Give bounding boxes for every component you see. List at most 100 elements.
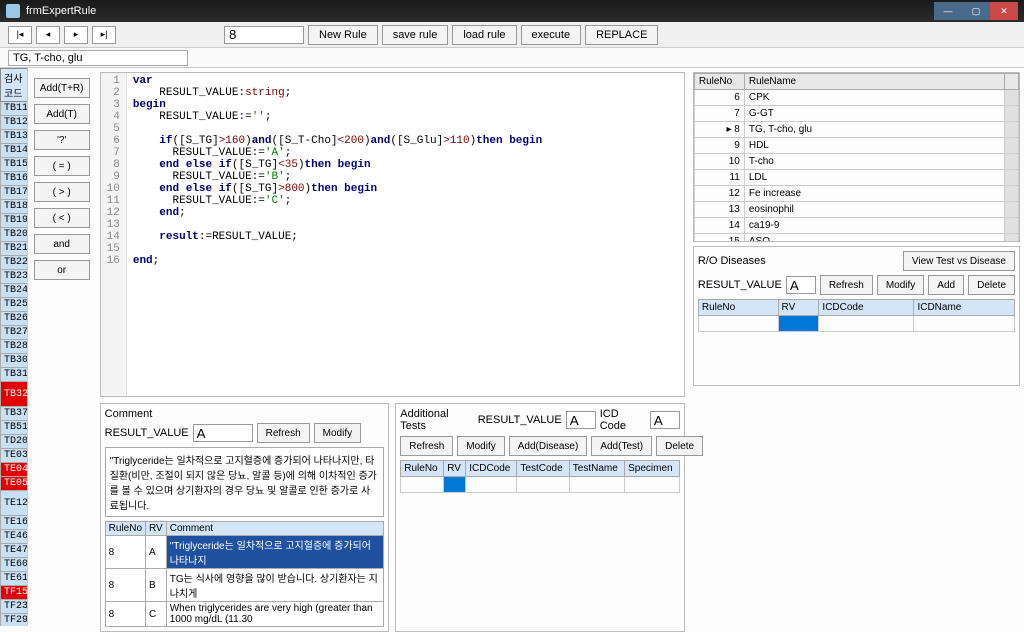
table-row[interactable]: TB51S_A/G2.1N xyxy=(1,421,28,435)
replace-button[interactable]: REPLACE xyxy=(585,25,658,45)
rule-list-row[interactable]: ▸ 8TG, T-cho, glu xyxy=(694,122,1018,138)
table-row[interactable]: TB31S_TG118N xyxy=(1,368,28,382)
addtest-title: Additional Tests xyxy=(400,408,473,432)
ro-modify-button[interactable]: Modify xyxy=(877,275,924,295)
rule-list-row[interactable]: 7G-GT xyxy=(694,106,1018,122)
table-row[interactable]: TB11S_Ca9N xyxy=(1,102,28,116)
table-row[interactable]: TE05S_HBcAbPOSI xyxy=(1,477,28,491)
table-row[interactable] xyxy=(401,477,680,493)
rule-list-row[interactable]: 13eosinophil xyxy=(694,202,1018,218)
view-test-disease-button[interactable]: View Test vs Disease xyxy=(903,251,1015,271)
table-row[interactable]: TE60S_CA19-914.7N xyxy=(1,558,28,572)
or-button[interactable]: or xyxy=(34,260,90,280)
table-row[interactable]: TE16S_Anti-HIVNEGN xyxy=(1,516,28,530)
table-row[interactable]: TB24S_GGT14N xyxy=(1,284,28,298)
rule-list-row[interactable]: 14ca19-9 xyxy=(694,218,1018,234)
nav-first-button[interactable]: |◂ xyxy=(8,26,32,44)
table-row[interactable]: TB18S_Alb4.02N xyxy=(1,200,28,214)
table-row[interactable]: TF23S_FreeT41.20N xyxy=(1,600,28,614)
eq-button[interactable]: ( = ) xyxy=(34,156,90,176)
load-rule-button[interactable]: load rule xyxy=(452,25,516,45)
addtest-modify-button[interactable]: Modify xyxy=(457,436,504,456)
table-row[interactable]: TD20B_HbA1c5.3N xyxy=(1,435,28,449)
table-row[interactable] xyxy=(698,316,1014,332)
table-row[interactable]: TB26S_CRE0.94N xyxy=(1,312,28,326)
code-editor[interactable]: 12345678910111213141516 var RESULT_VALUE… xyxy=(100,72,685,397)
addtest-addtest-button[interactable]: Add(Test) xyxy=(591,436,652,456)
addtest-table[interactable]: RuleNoRVICDCodeTestCodeTestNameSpecimen xyxy=(400,460,680,493)
ro-add-button[interactable]: Add xyxy=(928,275,964,295)
close-button[interactable]: ✕ xyxy=(990,2,1018,20)
table-row[interactable]: TB27S_Na144N xyxy=(1,326,28,340)
comment-row[interactable]: 8BTG는 식사에 영향을 많이 받습니다. 상기환자는 지나치게 xyxy=(105,569,384,602)
rule-list-row[interactable]: 10T-cho xyxy=(694,154,1018,170)
rule-list-row[interactable]: 15ASO xyxy=(694,234,1018,243)
comment-refresh-button[interactable]: Refresh xyxy=(257,423,310,443)
table-row[interactable]: TB16S_T-Cho193N xyxy=(1,172,28,186)
nav-prev-button[interactable]: ◂ xyxy=(36,26,60,44)
rule-list-row[interactable]: 6CPK xyxy=(694,90,1018,106)
table-row[interactable]: TB23S_AST27N xyxy=(1,270,28,284)
rule-list-row[interactable]: 11LDL xyxy=(694,170,1018,186)
comment-row[interactable]: 8CWhen triglycerides are very high (grea… xyxy=(105,602,384,627)
table-row[interactable]: TF29S_FreeT34.08N xyxy=(1,614,28,627)
table-row[interactable]: TB15S_UA3.85N xyxy=(1,158,28,172)
add-tr-button[interactable]: Add(T+R) xyxy=(34,78,90,98)
ro-delete-button[interactable]: Delete xyxy=(968,275,1015,295)
table-row[interactable]: TB25S_D-Bil0.15N xyxy=(1,298,28,312)
ro-refresh-button[interactable]: Refresh xyxy=(820,275,873,295)
table-row[interactable]: TE47S_AFP1.87N xyxy=(1,544,28,558)
lt-button[interactable]: ( < ) xyxy=(34,208,90,228)
table-row[interactable]: TB30S_CPK60N xyxy=(1,354,28,368)
save-rule-button[interactable]: save rule xyxy=(382,25,449,45)
table-row[interactable]: TB19S_T-Bil0.5N xyxy=(1,214,28,228)
table-row[interactable]: TB22S_ALT25N xyxy=(1,256,28,270)
comment-row[interactable]: 8A"Triglyceride는 일차적으로 고지혈증에 증가되어 나타나지 xyxy=(105,536,384,569)
rule-list[interactable]: RuleNoRuleName6CPK7G-GT▸ 8TG, T-cho, glu… xyxy=(693,72,1020,242)
rule-number-input[interactable] xyxy=(224,26,304,44)
minimize-button[interactable]: — xyxy=(934,2,962,20)
comment-rv-input[interactable] xyxy=(193,424,253,442)
table-row[interactable]: TF15S_TSH0.13D xyxy=(1,586,28,600)
ro-rv-input[interactable] xyxy=(786,276,816,294)
table-row[interactable]: TB32S_HDL-Cho43.2D xyxy=(1,382,28,407)
addtest-icd-input[interactable] xyxy=(650,411,680,429)
nav-last-button[interactable]: ▸| xyxy=(92,26,116,44)
and-button[interactable]: and xyxy=(34,234,90,254)
table-row[interactable]: TE04S_HBsAb779.99I xyxy=(1,463,28,477)
table-row[interactable]: TB17S_TP7.52N xyxy=(1,186,28,200)
addtest-adddisease-button[interactable]: Add(Disease) xyxy=(509,436,588,456)
table-row[interactable]: TB14S_BUN9.11N xyxy=(1,144,28,158)
app-icon xyxy=(6,4,20,18)
table-row[interactable]: TB20S_ALP132N xyxy=(1,228,28,242)
table-row[interactable]: TE03S_HBsAgNEGN xyxy=(1,449,28,463)
new-rule-button[interactable]: New Rule xyxy=(308,25,378,45)
table-row[interactable]: TB37S_Amylase132N xyxy=(1,407,28,421)
ro-table[interactable]: RuleNoRVICDCodeICDName xyxy=(698,299,1015,332)
rule-name-input[interactable] xyxy=(8,50,188,66)
quote-button[interactable]: '?' xyxy=(34,130,90,150)
add-t-button[interactable]: Add(T) xyxy=(34,104,90,124)
table-row[interactable]: TE61S_CA1259.9N xyxy=(1,572,28,586)
comment-table[interactable]: RuleNoRVComment8A"Triglyceride는 일차적으로 고지… xyxy=(105,521,385,627)
comment-modify-button[interactable]: Modify xyxy=(314,423,361,443)
gt-button[interactable]: ( > ) xyxy=(34,182,90,202)
rule-list-row[interactable]: 12Fe increase xyxy=(694,186,1018,202)
table-row[interactable]: TE46S_CEA1.2N xyxy=(1,530,28,544)
maximize-button[interactable]: ▢ xyxy=(962,2,990,20)
operator-buttons: Add(T+R) Add(T) '?' ( = ) ( > ) ( < ) an… xyxy=(28,68,96,626)
test-grid[interactable]: 검사코드검사항목검사결과DTB11S_Ca9NTB12S_IP3.5NTB13S… xyxy=(0,68,28,626)
table-row[interactable]: TE12S_Anti-HCVNEGN xyxy=(1,491,28,516)
addtest-rv-input[interactable] xyxy=(566,411,596,429)
comment-rv-label: RESULT_VALUE xyxy=(105,427,189,439)
table-row[interactable]: TB21S_LDH205N xyxy=(1,242,28,256)
comment-text[interactable]: "Triglyceride는 일차적으로 고지혈증에 증가되어 나타나지만, 타… xyxy=(105,447,385,517)
execute-button[interactable]: execute xyxy=(521,25,582,45)
table-row[interactable]: TB13S_Glu71N xyxy=(1,130,28,144)
nav-next-button[interactable]: ▸ xyxy=(64,26,88,44)
table-row[interactable]: TB12S_IP3.5N xyxy=(1,116,28,130)
ro-rv-label: RESULT_VALUE xyxy=(698,279,782,291)
rule-list-row[interactable]: 9HDL xyxy=(694,138,1018,154)
addtest-refresh-button[interactable]: Refresh xyxy=(400,436,453,456)
table-row[interactable]: TB28S_K3.9N xyxy=(1,340,28,354)
